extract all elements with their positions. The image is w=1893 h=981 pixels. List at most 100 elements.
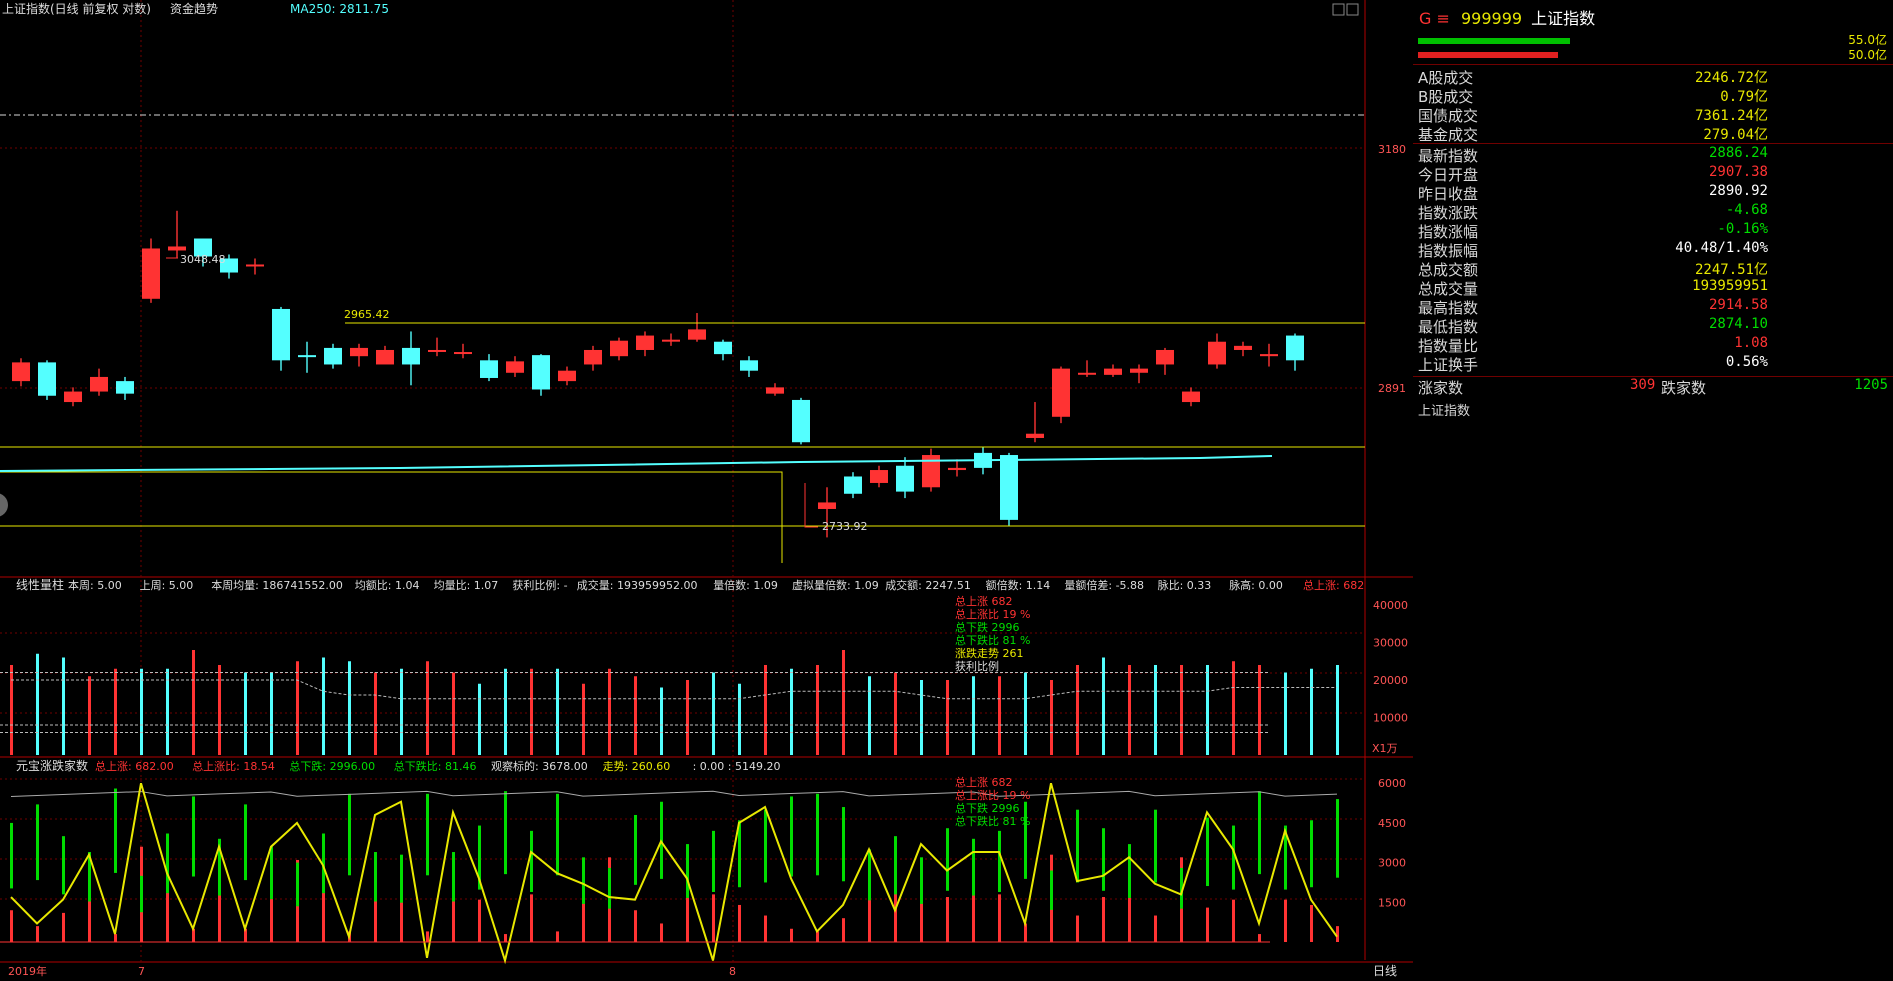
- volume-bar: [868, 676, 871, 755]
- adv-bar: [738, 904, 741, 942]
- volume-bar: [530, 668, 533, 755]
- adv-bar: [192, 928, 195, 942]
- adv-bar: [1076, 915, 1079, 942]
- adv-dec-row: 涨家数 309 跌家数 1205: [1418, 377, 1888, 397]
- adv-bar: [244, 928, 247, 942]
- candle-body: [1026, 433, 1044, 438]
- dec-bar: [530, 830, 533, 892]
- volume-bar: [218, 665, 221, 755]
- volume-bar: [738, 683, 741, 755]
- quote-row: 基金成交 279.04亿: [1418, 124, 1768, 144]
- trend-line: [10, 782, 1338, 965]
- volume-bar: [1284, 672, 1287, 755]
- vol-unit: X1万: [1372, 742, 1398, 755]
- box-line: [0, 471, 783, 563]
- breadth-bars: [0, 782, 1339, 965]
- quote-row: 指数涨幅 -0.16%: [1418, 221, 1768, 241]
- candle-body: [766, 387, 784, 394]
- volume-bar: [972, 676, 975, 755]
- dec-bar: [556, 793, 559, 876]
- volume-bar: [426, 661, 429, 755]
- candle-body: [714, 341, 732, 355]
- adv-bar: [1154, 915, 1157, 942]
- adv-bar: [36, 926, 39, 942]
- candle-body: [350, 347, 368, 357]
- side-divider: [1413, 376, 1893, 377]
- quote-value: 2246.72亿: [1694, 70, 1768, 86]
- index-code[interactable]: 999999: [1461, 9, 1522, 28]
- volume-bar: [608, 668, 611, 755]
- adv-bar: [10, 910, 13, 942]
- candle-body: [38, 362, 56, 396]
- volume-bar: [556, 668, 559, 755]
- candle-body: [324, 347, 342, 365]
- adv-bar: [62, 912, 65, 942]
- volume-bar: [1128, 665, 1131, 755]
- side-toggle-handle: [0, 493, 8, 517]
- dec-bar: [62, 836, 65, 895]
- adv-bar: [1284, 899, 1287, 942]
- adv-bar: [842, 918, 845, 942]
- candle-body: [610, 340, 628, 357]
- candle-body: [1052, 368, 1070, 417]
- volume-bar: [400, 668, 403, 755]
- volume-bar: [790, 668, 793, 755]
- dec-bar: [1050, 870, 1053, 910]
- candle-body: [584, 349, 602, 365]
- candle-body: [532, 355, 550, 390]
- dec-bar: [140, 875, 143, 913]
- quote-row: 指数涨跌 -4.68: [1418, 202, 1768, 222]
- breadth-stat: 总下跌比: 81.46: [394, 759, 477, 773]
- candle-body: [1182, 391, 1200, 403]
- volume-bar: [842, 650, 845, 755]
- candle-body: [1286, 335, 1304, 361]
- quote-label: 今日开盘: [1418, 166, 1479, 184]
- quote-value: 2874.10: [1708, 316, 1768, 332]
- candle-body: [818, 502, 836, 509]
- grid-lines: [0, 0, 1416, 981]
- vol-right-label: 总上涨: 682: [1303, 578, 1364, 592]
- dec-bar: [296, 862, 299, 907]
- volume-bar: [1076, 665, 1079, 755]
- vol-stat: 均额比: 1.04: [355, 579, 420, 592]
- adv-bar: [998, 894, 1001, 942]
- level-annotation: 2965.42: [344, 308, 390, 321]
- dec-bar: [764, 809, 767, 883]
- dec-bar: [686, 844, 689, 898]
- quote-row: 总成交额 2247.51亿: [1418, 259, 1768, 279]
- quote-label: 指数涨幅: [1418, 223, 1479, 241]
- quote-label: 上证换手: [1418, 356, 1479, 374]
- vol-tick: 10000: [1373, 712, 1408, 725]
- vol-stat: 成交额: 2247.51: [885, 578, 971, 592]
- candle-body: [272, 308, 290, 361]
- candle-body: [740, 360, 758, 371]
- volume-bar: [1310, 668, 1313, 755]
- candle-body: [142, 248, 160, 299]
- volume-bar: [10, 665, 13, 755]
- vol-stat: 量倍数: 1.09: [713, 578, 778, 592]
- adv-bar: [634, 910, 637, 942]
- vol-tick: 30000: [1373, 637, 1408, 650]
- adv-bar: [426, 931, 429, 942]
- breadth-stat: 总下跌: 2996.00: [289, 759, 375, 773]
- volume-bar: [1258, 665, 1261, 755]
- quote-label: 总成交量: [1418, 280, 1479, 298]
- dec-bar: [426, 793, 429, 876]
- index-name[interactable]: 上证指数: [1531, 9, 1595, 28]
- dec-bar: [1076, 809, 1079, 883]
- dec-bar: [998, 830, 1001, 892]
- window-button: [1332, 3, 1345, 16]
- vol-stat: 脉高: 0.00: [1229, 578, 1283, 592]
- breadth-stat: 观察标的: 3678.00: [491, 759, 588, 773]
- quote-row: 指数振幅 40.48/1.40%: [1418, 240, 1768, 260]
- price-tick: 2891: [1378, 382, 1406, 395]
- dec-bar: [816, 793, 819, 876]
- total-line: [10, 790, 1338, 797]
- adv-bar: [712, 894, 715, 942]
- volume-bar: [920, 680, 923, 755]
- volume-bar: [504, 668, 507, 755]
- adv-bar: [660, 923, 663, 942]
- dec-bar: [348, 793, 351, 876]
- quote-value: 2907.38: [1708, 164, 1768, 180]
- quote-label: 昨日收盘: [1418, 185, 1479, 203]
